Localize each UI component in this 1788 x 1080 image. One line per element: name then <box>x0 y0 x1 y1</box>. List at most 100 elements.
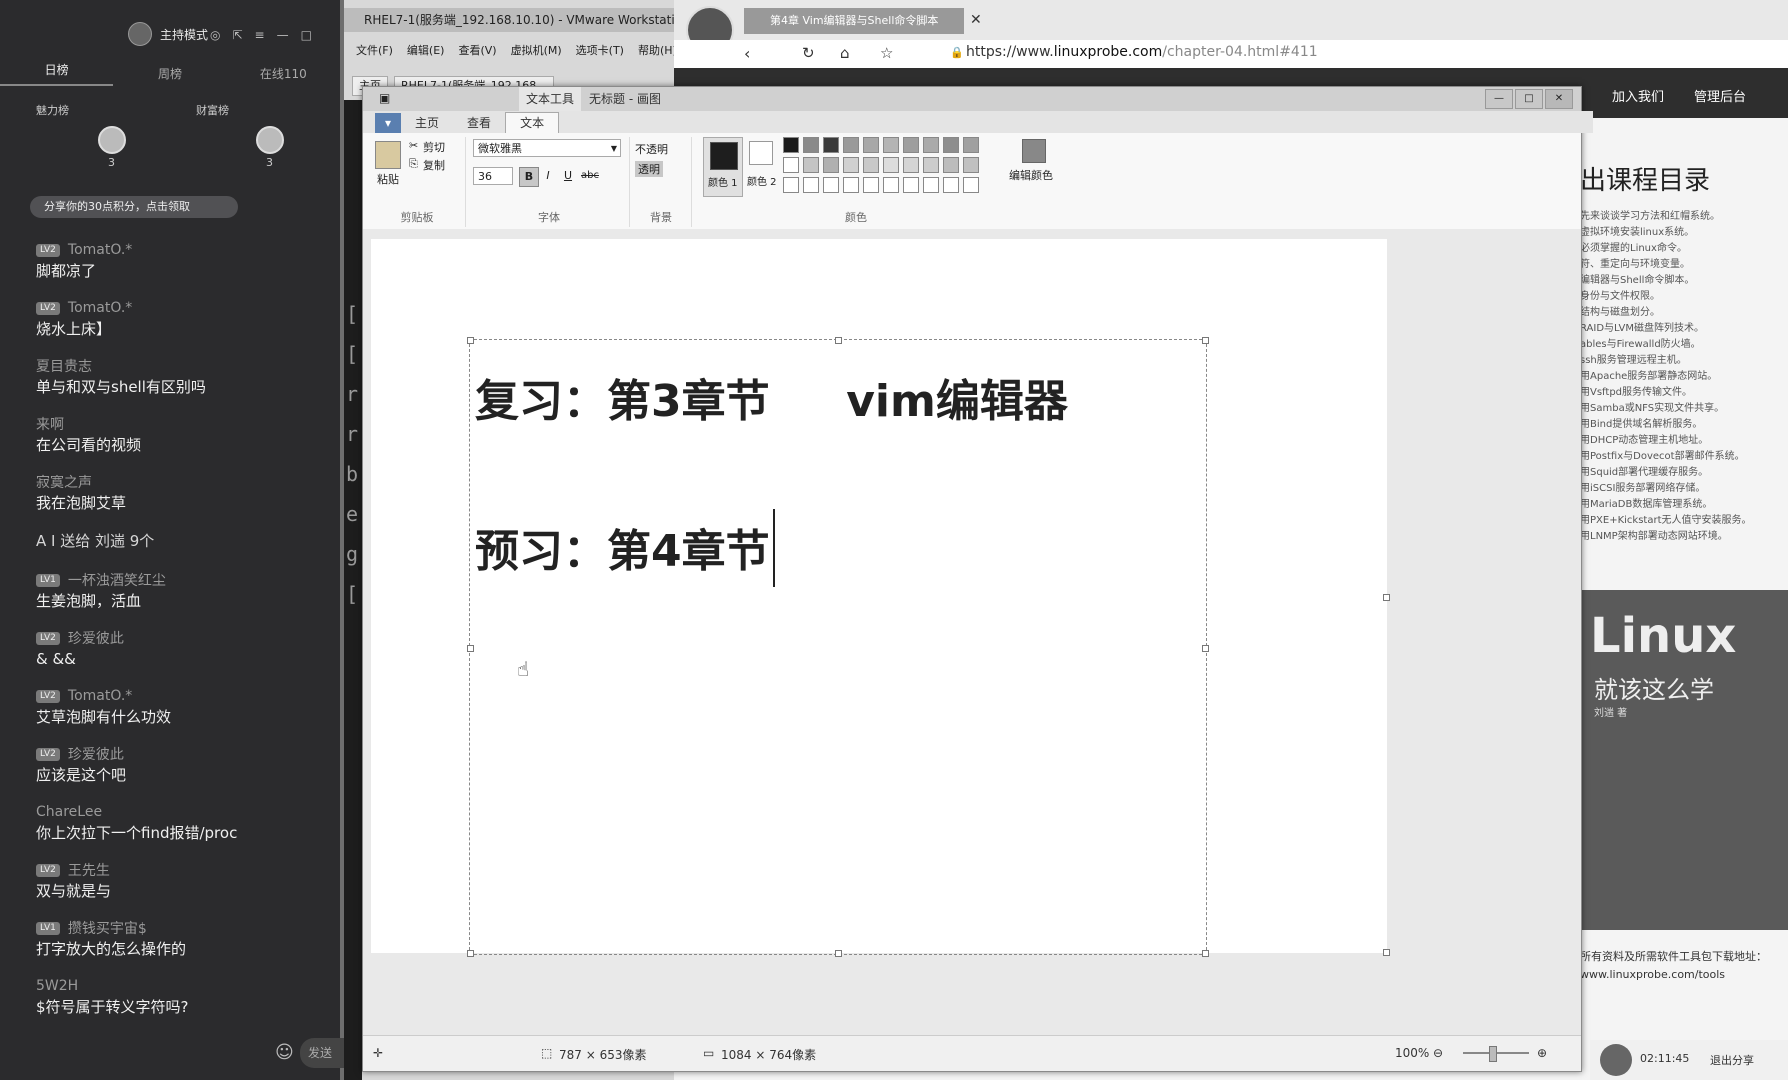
palette-swatch[interactable] <box>943 177 959 193</box>
palette-swatch[interactable] <box>803 137 819 153</box>
toc-item[interactable]: 用LNMP架构部署动态网站环境。 <box>1580 529 1788 545</box>
wealth-rank-label[interactable]: 财富榜 <box>196 102 229 118</box>
toc-item[interactable]: ables与Firewalld防火墙。 <box>1580 337 1788 353</box>
tab-view[interactable]: 查看 <box>453 113 505 133</box>
color1-button[interactable]: 颜色 1 <box>703 137 743 197</box>
transparent-button[interactable]: 透明 <box>635 161 663 177</box>
palette-swatch[interactable] <box>903 157 919 173</box>
menu-tabs[interactable]: 选项卡(T) <box>576 40 624 62</box>
toc-item[interactable]: 虚拟环境安装linux系统。 <box>1580 225 1788 241</box>
tab-close-icon[interactable]: ✕ <box>970 12 982 28</box>
palette-swatch[interactable] <box>843 177 859 193</box>
chat-username[interactable]: TomatO.* <box>68 688 132 704</box>
popout-icon[interactable]: ⇱ <box>232 28 242 42</box>
toc-item[interactable]: 用Bind提供域名解析服务。 <box>1580 417 1788 433</box>
reload-icon[interactable]: ↻ <box>802 44 815 62</box>
palette-swatch[interactable] <box>923 177 939 193</box>
resize-handle[interactable] <box>835 337 842 344</box>
close-button[interactable]: ✕ <box>1545 89 1573 109</box>
palette-swatch[interactable] <box>883 177 899 193</box>
menu-icon[interactable]: ≡ <box>255 28 265 42</box>
resize-handle[interactable] <box>1202 950 1209 957</box>
menu-vm[interactable]: 虚拟机(M) <box>511 40 562 62</box>
palette-swatch[interactable] <box>843 137 859 153</box>
chat-username[interactable]: TomatO.* <box>68 300 132 316</box>
download-url[interactable]: www.linuxprobe.com/tools <box>1580 966 1767 984</box>
resize-handle[interactable] <box>1202 645 1209 652</box>
exit-share-button[interactable]: 退出分享 <box>1710 1052 1754 1068</box>
settings-icon[interactable]: ◎ <box>210 28 220 42</box>
zoom-out-icon[interactable]: ⊖ <box>1433 1046 1443 1060</box>
bold-button[interactable]: B <box>519 167 539 187</box>
palette-swatch[interactable] <box>783 137 799 153</box>
zoom-in-icon[interactable]: ⊕ <box>1537 1046 1547 1060</box>
palette-swatch[interactable] <box>863 137 879 153</box>
chat-username[interactable]: TomatO.* <box>68 242 132 258</box>
font-family-select[interactable]: 微软雅黑 ▼ <box>473 139 621 157</box>
points-notice[interactable]: 分享你的30点积分，点击领取 <box>30 196 238 218</box>
charm-top-avatar[interactable] <box>98 126 126 154</box>
book-cover[interactable]: Linux 就该这么学 刘遄 著 <box>1580 590 1788 930</box>
toc-item[interactable]: 用Vsftpd服务传输文件。 <box>1580 385 1788 401</box>
nav-admin[interactable]: 管理后台 <box>1694 86 1746 105</box>
palette-swatch[interactable] <box>923 137 939 153</box>
paint-menu-button[interactable]: ▾ <box>375 113 402 133</box>
toc-item[interactable]: 用Apache服务部署静态网站。 <box>1580 369 1788 385</box>
palette-swatch[interactable] <box>943 137 959 153</box>
menu-view[interactable]: 查看(V) <box>458 40 496 62</box>
toc-item[interactable]: 符、重定向与环境变量。 <box>1580 257 1788 273</box>
palette-swatch[interactable] <box>783 157 799 173</box>
maximize-icon[interactable]: □ <box>301 28 312 42</box>
palette-swatch[interactable] <box>863 157 879 173</box>
edit-colors-button[interactable]: 编辑颜色 <box>1009 137 1059 197</box>
chat-input[interactable]: 发送 <box>300 1038 348 1068</box>
palette-swatch[interactable] <box>803 157 819 173</box>
palette-swatch[interactable] <box>903 177 919 193</box>
palette-swatch[interactable] <box>883 157 899 173</box>
browser-tab-active[interactable]: 第4章 Vim编辑器与Shell命令脚本 <box>744 8 964 34</box>
palette-swatch[interactable] <box>963 157 979 173</box>
palette-swatch[interactable] <box>943 157 959 173</box>
paint-app-icon[interactable]: ▣ <box>379 91 390 105</box>
toc-item[interactable]: 用Postfix与Dovecot部署邮件系统。 <box>1580 449 1788 465</box>
resize-handle[interactable] <box>1202 337 1209 344</box>
chat-username[interactable]: 来啊 <box>36 414 64 434</box>
chat-username[interactable]: 珍爱彼此 <box>68 744 124 764</box>
chat-username[interactable]: 珍爱彼此 <box>68 628 124 648</box>
home-icon[interactable]: ⌂ <box>840 44 850 62</box>
back-icon[interactable]: ‹ <box>744 44 750 63</box>
minimize-button[interactable]: — <box>1485 89 1513 109</box>
paint-canvas[interactable]: 复习：第3章节 vim编辑器 预习：第4章节 ☝ <box>371 239 1390 957</box>
palette-swatch[interactable] <box>923 157 939 173</box>
chat-username[interactable]: 攒钱买宇宙$ <box>68 918 147 938</box>
toc-item[interactable]: 结构与磁盘划分。 <box>1580 305 1788 321</box>
palette-swatch[interactable] <box>963 137 979 153</box>
toc-item[interactable]: 用MariaDB数据库管理系统。 <box>1580 497 1788 513</box>
zoom-slider-knob[interactable] <box>1489 1046 1497 1062</box>
nav-join-us[interactable]: 加入我们 <box>1612 86 1664 105</box>
chat-username[interactable]: 王先生 <box>68 860 110 880</box>
charm-rank-label[interactable]: 魅力榜 <box>36 102 69 118</box>
toc-item[interactable]: 用DHCP动态管理主机地址。 <box>1580 433 1788 449</box>
strikethrough-button[interactable]: abc <box>579 167 601 185</box>
tab-text[interactable]: 文本 <box>505 112 560 133</box>
menu-help[interactable]: 帮助(H) <box>638 40 677 62</box>
italic-button[interactable]: I <box>539 167 557 185</box>
wealth-top-avatar[interactable] <box>256 126 284 154</box>
chat-username[interactable]: 寂寞之声 <box>36 472 92 492</box>
toc-item[interactable]: ssh服务管理远程主机。 <box>1580 353 1788 369</box>
toc-item[interactable]: 先来谈谈学习方法和红帽系统。 <box>1580 209 1788 225</box>
resize-handle[interactable] <box>467 337 474 344</box>
palette-swatch[interactable] <box>883 137 899 153</box>
menu-edit[interactable]: 编辑(E) <box>407 40 445 62</box>
underline-button[interactable]: U <box>559 167 577 185</box>
toc-item[interactable]: 必须掌握的Linux命令。 <box>1580 241 1788 257</box>
toc-item[interactable]: 用Squid部署代理缓存服务。 <box>1580 465 1788 481</box>
emoji-icon[interactable]: ☺ <box>275 1042 294 1063</box>
canvas-resize-handle[interactable] <box>1383 594 1390 601</box>
palette-swatch[interactable] <box>863 177 879 193</box>
chat-username[interactable]: 一杯浊酒笑红尘 <box>68 570 166 590</box>
palette-swatch[interactable] <box>843 157 859 173</box>
toc-item[interactable]: 用iSCSI服务部署网络存储。 <box>1580 481 1788 497</box>
tab-online[interactable]: 在线110 <box>227 65 340 82</box>
